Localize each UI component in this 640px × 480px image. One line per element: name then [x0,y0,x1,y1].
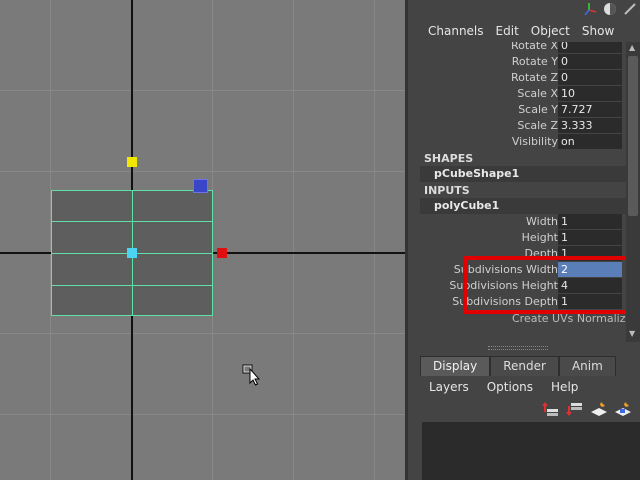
attr-label: Scale X [517,87,558,100]
attr-value-field[interactable]: 7.727 [558,102,622,117]
attr-value-field[interactable]: 3.333 [558,118,622,133]
layer-editor-menu-bar: Layers Options Help [420,378,587,396]
attr-label: Width [526,215,558,228]
shape-node-name: pCubeShape1 [434,167,520,180]
attr-row-rotate-y[interactable]: Rotate Y 0 [420,54,626,70]
input-node-name: polyCube1 [434,199,500,212]
grid-line [293,0,294,480]
grid-line [0,414,405,415]
layer-list[interactable] [422,422,640,480]
channel-box: Rotate X 0 Rotate Y 0 Rotate Z 0 Scale X… [420,42,626,342]
viewport-3d[interactable] [0,0,405,480]
attr-label: Rotate X [510,42,558,52]
attr-label: Height [521,231,558,244]
attr-row-visibility[interactable]: Visibility on [420,134,626,150]
attr-label: Visibility [511,135,558,148]
menu-options[interactable]: Options [478,378,542,396]
pane-split-handle[interactable] [488,346,548,350]
new-layer-icon[interactable] [590,400,608,418]
attr-row-height[interactable]: Height 1 [420,230,626,246]
channel-box-scrollbar[interactable]: ▲ ▼ [626,42,640,342]
attr-row-scale-z[interactable]: Scale Z 3.333 [420,118,626,134]
panel-toolbar [583,2,637,20]
menu-channels[interactable]: Channels [422,22,490,42]
attr-label: Scale Z [517,119,558,132]
mouse-cursor-icon [242,364,261,386]
attr-value-field[interactable]: 0 [558,70,622,85]
grid-line [374,0,375,480]
manipulator-y-handle[interactable] [127,157,137,167]
menu-edit[interactable]: Edit [490,22,525,42]
attr-value-field[interactable]: 0 [558,54,622,69]
attr-row-scale-x[interactable]: Scale X 10 [420,86,626,102]
grid-line [0,333,405,334]
scrollbar-thumb[interactable] [628,56,638,216]
manipulator-center-handle[interactable] [127,248,137,258]
tab-display[interactable]: Display [420,356,491,376]
cube-edge [52,285,212,286]
layer-toolbar [542,400,632,418]
attr-value-field[interactable]: 10 [558,86,622,101]
attr-row-width[interactable]: Width 1 [420,214,626,230]
attr-value-field[interactable]: 1 [558,230,622,245]
channel-box-menu-bar: Channels Edit Object Show [408,22,640,42]
cube-edge [52,221,212,222]
menu-object[interactable]: Object [525,22,576,42]
scroll-up-arrow-icon[interactable]: ▲ [629,44,637,52]
attr-row-scale-y[interactable]: Scale Y 7.727 [420,102,626,118]
shapes-section-header: SHAPES [424,152,474,165]
attr-label: Scale Y [518,103,558,116]
subdivisions-highlight-box [463,256,626,314]
axis-gizmo-icon[interactable] [583,2,597,16]
menu-help[interactable]: Help [542,378,587,396]
attr-label: Rotate Y [511,55,558,68]
grid-line [0,171,405,172]
scroll-down-arrow-icon[interactable]: ▼ [629,330,637,338]
layer-move-down-icon[interactable] [566,400,584,418]
inputs-section-header: INPUTS [424,184,470,197]
shape-node-header[interactable]: pCubeShape1 [420,166,626,182]
tab-render[interactable]: Render [490,356,559,376]
half-circle-icon[interactable] [603,2,617,16]
grid-line [0,90,405,91]
attr-value-field[interactable]: 1 [558,214,622,229]
side-panel: Channels Edit Object Show Rotate X 0 Rot… [405,0,640,480]
layer-move-up-icon[interactable] [542,400,560,418]
menu-show[interactable]: Show [576,22,620,42]
manipulator-x-handle[interactable] [217,248,227,258]
brush-icon[interactable] [623,2,637,16]
menu-layers[interactable]: Layers [420,378,478,396]
layer-editor-tabs: Display Render Anim [420,356,616,376]
new-layer-selected-icon[interactable] [614,400,632,418]
attr-value-field[interactable]: on [558,134,622,149]
attr-row-rotate-z[interactable]: Rotate Z 0 [420,70,626,86]
attr-label: Rotate Z [510,71,558,84]
manipulator-z-handle[interactable] [193,179,208,193]
attr-row-rotate-x[interactable]: Rotate X 0 [420,42,626,54]
input-node-header[interactable]: polyCube1 [420,198,626,214]
tab-anim[interactable]: Anim [558,356,616,376]
attr-value-field[interactable]: 0 [558,42,622,53]
